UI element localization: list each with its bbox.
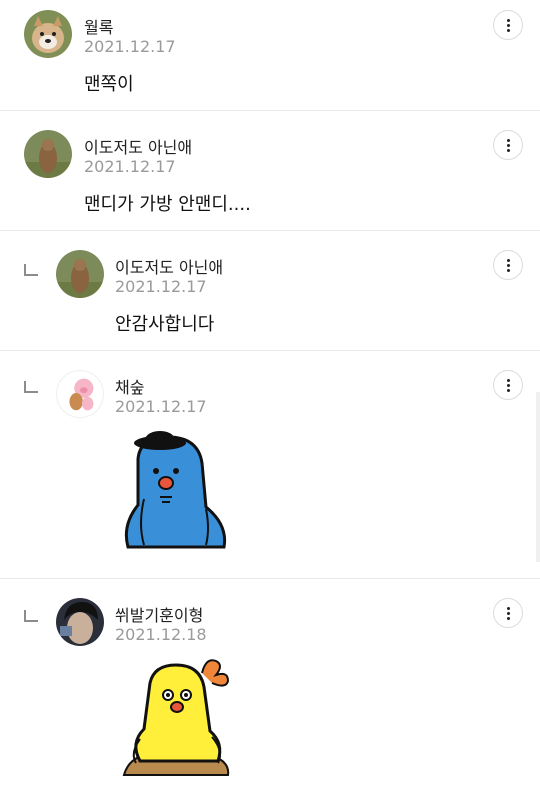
comment-date: 2021.12.17 — [84, 37, 176, 56]
comment-date: 2021.12.18 — [115, 625, 207, 644]
comment-item: 이도저도 아닌애 2021.12.17 안감사합니다 — [0, 231, 540, 351]
blue-bird-sticker — [120, 429, 232, 557]
reply-arrow-icon — [24, 264, 38, 276]
comment-item: 쒸발기훈이형 2021.12.18 — [0, 579, 540, 784]
more-options-button[interactable] — [493, 598, 523, 628]
animal-photo-avatar-icon — [24, 130, 72, 178]
yellow-chick-sticker — [120, 657, 232, 785]
comment-author[interactable]: 월록 — [84, 14, 113, 38]
avatar[interactable] — [56, 598, 104, 646]
avatar[interactable] — [56, 250, 104, 298]
comment-text: 안감사합니다 — [115, 314, 215, 335]
comment-item: 월록 2021.12.17 맨쪽이 — [0, 0, 540, 111]
comment-author[interactable]: 이도저도 아닌애 — [115, 254, 223, 278]
more-options-button[interactable] — [493, 10, 523, 40]
comment-date: 2021.12.17 — [115, 397, 207, 416]
comment-author[interactable]: 쒸발기훈이형 — [115, 602, 203, 626]
more-options-button[interactable] — [493, 250, 523, 280]
comment-item: 이도저도 아닌애 2021.12.17 맨디가 가방 안맨디.... — [0, 111, 540, 231]
shiba-dog-avatar-icon — [24, 10, 72, 58]
reply-arrow-icon — [24, 381, 38, 393]
comment-text: 맨디가 가방 안맨디.... — [84, 194, 251, 215]
animal-photo-avatar-icon — [56, 250, 104, 298]
blue-bird-sticker-icon — [124, 431, 227, 549]
avatar[interactable] — [56, 370, 104, 418]
comment-author[interactable]: 채숲 — [115, 374, 144, 398]
avatar[interactable] — [24, 10, 72, 58]
cartoon-pig-avatar-icon — [57, 371, 103, 417]
yellow-chick-sticker-icon — [122, 659, 230, 776]
reply-arrow-icon — [24, 610, 38, 622]
comment-author[interactable]: 이도저도 아닌애 — [84, 134, 192, 158]
scrollbar[interactable] — [536, 392, 540, 562]
more-options-button[interactable] — [493, 370, 523, 400]
comment-date: 2021.12.17 — [84, 157, 176, 176]
comment-date: 2021.12.17 — [115, 277, 207, 296]
comment-item: 채숲 2021.12.17 — [0, 351, 540, 579]
avatar[interactable] — [24, 130, 72, 178]
comment-text: 맨쪽이 — [84, 74, 134, 95]
person-photo-avatar-icon — [56, 598, 104, 646]
more-options-button[interactable] — [493, 130, 523, 160]
